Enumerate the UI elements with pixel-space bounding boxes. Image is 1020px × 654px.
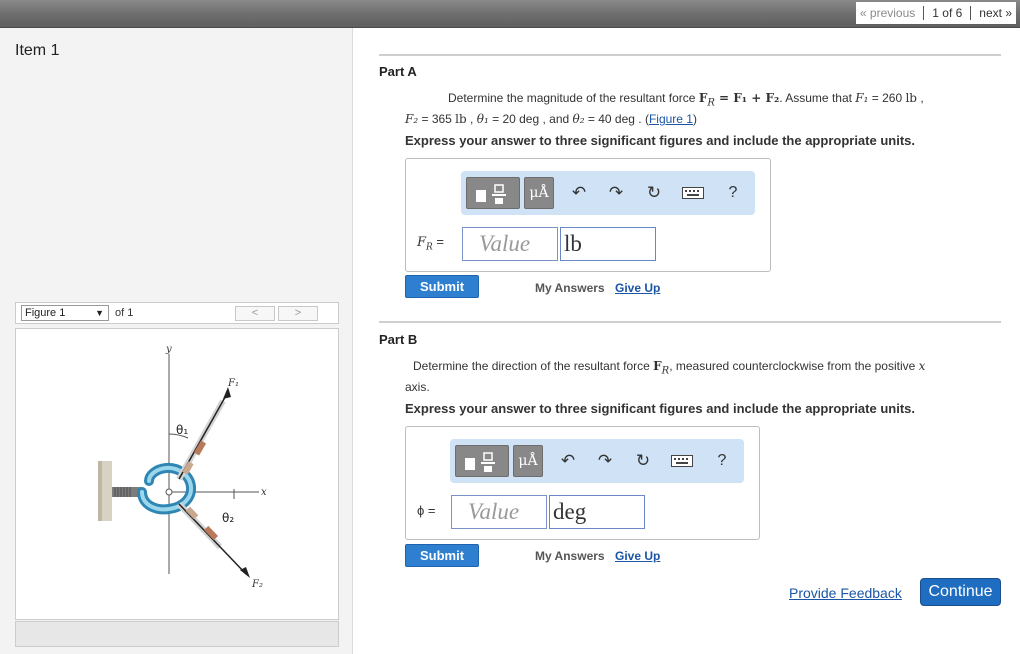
redo-button[interactable]: ↷ bbox=[593, 445, 617, 477]
phi-label: ϕ = bbox=[417, 503, 436, 518]
undo-icon: ↶ bbox=[571, 183, 587, 202]
next-link[interactable]: next » bbox=[971, 6, 1014, 20]
templates-icon bbox=[465, 452, 495, 472]
undo-icon: ↶ bbox=[560, 451, 576, 470]
fr-label: FR = bbox=[417, 234, 445, 253]
pager: « previous 1 of 6 next » bbox=[855, 2, 1016, 24]
previous-figure-button[interactable]: < bbox=[235, 306, 275, 321]
symbols-button[interactable]: μÅ bbox=[513, 445, 543, 477]
part-a-submit-button[interactable]: Submit bbox=[405, 275, 479, 298]
hook-force-figure: y x F₁ θ₁ F₂ θ₂ bbox=[98, 344, 267, 590]
provide-feedback-link[interactable]: Provide Feedback bbox=[789, 585, 902, 601]
value-input[interactable]: Value bbox=[462, 227, 558, 261]
figure-link[interactable]: Figure 1 bbox=[649, 112, 693, 126]
undo-button[interactable]: ↶ bbox=[556, 445, 580, 477]
top-bar: « previous 1 of 6 next » bbox=[0, 0, 1020, 28]
divider bbox=[379, 321, 1001, 323]
part-b-instruction: Express your answer to three significant… bbox=[405, 401, 915, 416]
next-figure-button[interactable]: > bbox=[278, 306, 318, 321]
part-b-answer-box: μÅ ↶ ↷ ↻ ? ϕ = Value deg bbox=[405, 426, 760, 540]
figure-footer bbox=[15, 621, 339, 647]
figure-select[interactable]: Figure 1 ▼ bbox=[21, 305, 109, 321]
part-a-give-up-link[interactable]: Give Up bbox=[615, 281, 660, 295]
force-f2-arrow bbox=[178, 503, 247, 575]
reset-icon: ↻ bbox=[646, 183, 662, 202]
templates-button[interactable] bbox=[455, 445, 509, 477]
keyboard-icon bbox=[671, 455, 693, 467]
help-button[interactable]: ? bbox=[723, 177, 743, 209]
divider bbox=[379, 54, 1001, 56]
left-panel: Item 1 Figure 1 ▼ of 1 < > y x F₁ θ₁ F₂ … bbox=[0, 28, 353, 654]
part-a-title: Part A bbox=[379, 64, 417, 79]
equation-toolbar: μÅ ↶ ↷ ↻ ? bbox=[461, 171, 755, 215]
part-b-title: Part B bbox=[379, 332, 418, 347]
symbols-button[interactable]: μÅ bbox=[524, 177, 554, 209]
part-a-question: Determine the magnitude of the resultant… bbox=[405, 91, 924, 127]
x-axis-label: x bbox=[261, 487, 267, 498]
redo-icon: ↷ bbox=[597, 451, 613, 470]
templates-icon bbox=[476, 184, 506, 204]
part-b-submit-button[interactable]: Submit bbox=[405, 544, 479, 567]
reset-button[interactable]: ↻ bbox=[631, 445, 655, 477]
part-a-answer-box: μÅ ↶ ↷ ↻ ? FR = Value lb bbox=[405, 158, 771, 272]
reset-icon: ↻ bbox=[635, 451, 651, 470]
redo-icon: ↷ bbox=[608, 183, 624, 202]
unit-input[interactable]: deg bbox=[549, 495, 645, 529]
redo-button[interactable]: ↷ bbox=[604, 177, 628, 209]
theta1-label: θ₁ bbox=[176, 423, 188, 437]
unit-input[interactable]: lb bbox=[560, 227, 656, 261]
f2-label: F₂ bbox=[251, 579, 263, 590]
part-b-question: Determine the direction of the resultant… bbox=[405, 359, 926, 395]
reset-button[interactable]: ↻ bbox=[642, 177, 666, 209]
f1-label: F₁ bbox=[227, 378, 239, 389]
figure-navigation: Figure 1 ▼ of 1 < > bbox=[15, 302, 339, 324]
undo-button[interactable]: ↶ bbox=[567, 177, 591, 209]
part-b-my-answers[interactable]: My Answers bbox=[535, 549, 605, 563]
part-b-give-up-link[interactable]: Give Up bbox=[615, 549, 660, 563]
dropdown-caret-icon: ▼ bbox=[95, 308, 104, 318]
part-a-instruction: Express your answer to three significant… bbox=[405, 133, 915, 148]
help-button[interactable]: ? bbox=[712, 445, 732, 477]
keyboard-icon bbox=[682, 187, 704, 199]
previous-link[interactable]: « previous bbox=[858, 6, 923, 20]
keyboard-button[interactable] bbox=[669, 445, 695, 477]
item-title: Item 1 bbox=[15, 42, 60, 59]
theta2-label: θ₂ bbox=[222, 511, 234, 525]
figure-panel: y x F₁ θ₁ F₂ θ₂ bbox=[15, 328, 339, 620]
item-counter: 1 of 6 bbox=[932, 6, 963, 20]
figure-count: of 1 bbox=[115, 307, 134, 319]
figure-select-value: Figure 1 bbox=[25, 307, 66, 319]
keyboard-button[interactable] bbox=[680, 177, 706, 209]
continue-button[interactable]: Continue bbox=[920, 578, 1001, 606]
value-input[interactable]: Value bbox=[451, 495, 547, 529]
question-panel: Part A Determine the magnitude of the re… bbox=[354, 28, 1020, 654]
y-axis-label: y bbox=[165, 344, 172, 355]
equation-toolbar: μÅ ↶ ↷ ↻ ? bbox=[450, 439, 744, 483]
part-a-my-answers[interactable]: My Answers bbox=[535, 281, 605, 295]
templates-button[interactable] bbox=[466, 177, 520, 209]
